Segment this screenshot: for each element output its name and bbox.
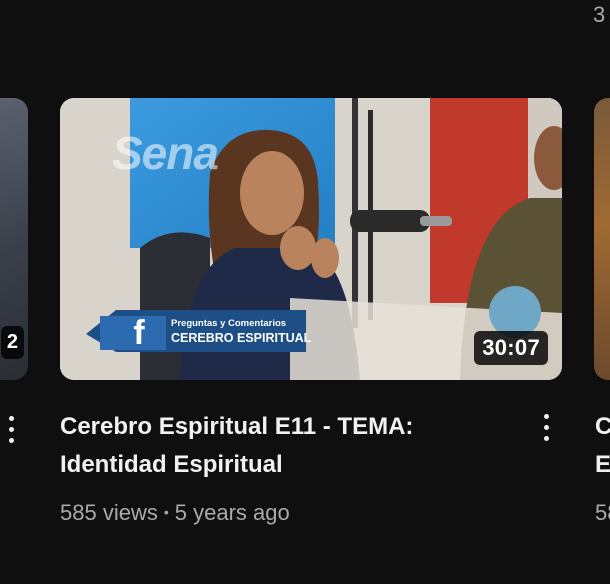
left-video-thumbnail[interactable]: 2 [0, 98, 28, 380]
overlay-subtitle: Preguntas y Comentarios [171, 318, 287, 329]
video-grid-row: 3 2 Sena f Preguntas y Comentarios CEREB… [0, 0, 610, 584]
video-thumbnail[interactable]: Sena f Preguntas y Comentarios CEREBRO E… [60, 98, 562, 380]
right-video-thumbnail[interactable] [594, 98, 610, 380]
left-duration-badge: 2 [0, 326, 24, 359]
video-title[interactable]: Cerebro Espiritual E11 - TEMA: Identidad… [60, 408, 510, 484]
duration-badge: 30:07 [474, 331, 548, 365]
right-video-title[interactable]: C E [595, 408, 610, 484]
upload-age: 5 years ago [174, 500, 290, 525]
overlay-show-name: CEREBRO ESPIRITUAL [171, 331, 312, 345]
video-meta: 585 views • 5 years ago [60, 500, 290, 526]
view-count: 585 views [60, 500, 158, 525]
right-title-line2: E [595, 451, 610, 478]
more-vert-icon[interactable] [538, 410, 554, 454]
facebook-icon: f [133, 314, 145, 352]
left-more-vert-icon[interactable] [4, 412, 18, 452]
right-title-line1: C [595, 413, 610, 440]
right-video-meta: 58 [595, 500, 610, 525]
lower-third-overlay: f Preguntas y Comentarios CEREBRO ESPIRI… [86, 314, 311, 352]
corner-count: 3 [593, 2, 606, 27]
meta-separator: • [163, 504, 169, 520]
station-logo: Sena [112, 127, 219, 179]
